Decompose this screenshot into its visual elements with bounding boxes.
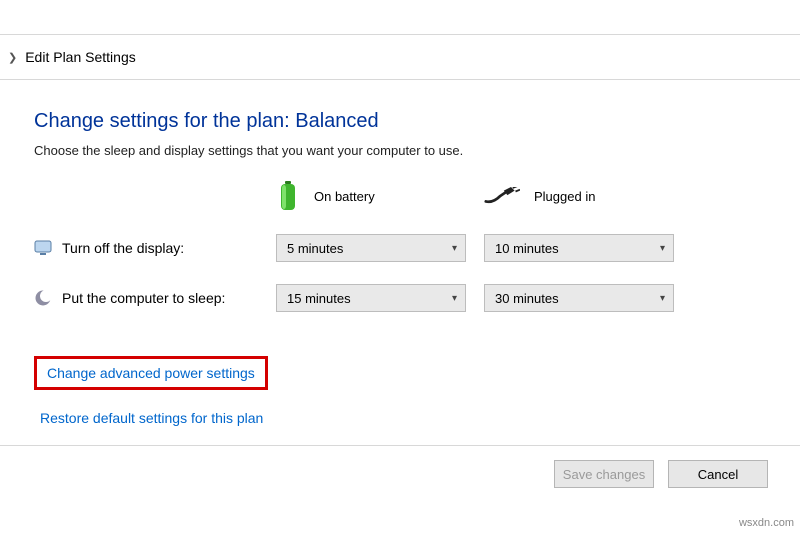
cancel-button[interactable]: Cancel bbox=[668, 460, 768, 488]
page-subtext: Choose the sleep and display settings th… bbox=[34, 143, 766, 158]
chevron-right-icon: ❯ bbox=[8, 51, 17, 64]
select-display-plugged[interactable]: 10 minutes ▾ bbox=[484, 234, 674, 262]
main-content: Change settings for the plan: Balanced C… bbox=[0, 80, 800, 432]
select-sleep-battery[interactable]: 15 minutes ▾ bbox=[276, 284, 466, 312]
save-button: Save changes bbox=[554, 460, 654, 488]
select-display-battery[interactable]: 5 minutes ▾ bbox=[276, 234, 466, 262]
chevron-down-icon: ▾ bbox=[452, 293, 457, 304]
breadcrumb[interactable]: ❯ Edit Plan Settings bbox=[0, 35, 800, 80]
link-advanced-power-settings[interactable]: Change advanced power settings bbox=[34, 356, 268, 390]
top-divider bbox=[0, 0, 800, 35]
link-restore-defaults[interactable]: Restore default settings for this plan bbox=[34, 404, 269, 432]
monitor-icon bbox=[34, 239, 52, 257]
row-sleep-label: Put the computer to sleep: bbox=[34, 289, 258, 307]
links-section: Change advanced power settings Restore d… bbox=[34, 356, 766, 432]
column-header-battery: On battery bbox=[276, 180, 466, 212]
moon-icon bbox=[34, 289, 52, 307]
chevron-down-icon: ▾ bbox=[452, 243, 457, 254]
select-sleep-plugged-value: 30 minutes bbox=[495, 291, 559, 306]
select-sleep-plugged[interactable]: 30 minutes ▾ bbox=[484, 284, 674, 312]
footer-divider bbox=[0, 445, 800, 446]
chevron-down-icon: ▾ bbox=[660, 293, 665, 304]
breadcrumb-title: Edit Plan Settings bbox=[25, 49, 136, 65]
select-display-battery-value: 5 minutes bbox=[287, 241, 343, 256]
page-title: Change settings for the plan: Balanced bbox=[34, 110, 766, 133]
plug-icon bbox=[484, 186, 520, 206]
select-sleep-battery-value: 15 minutes bbox=[287, 291, 351, 306]
watermark: wsxdn.com bbox=[739, 517, 794, 529]
select-display-plugged-value: 10 minutes bbox=[495, 241, 559, 256]
battery-icon bbox=[276, 180, 300, 212]
row-display-text: Turn off the display: bbox=[62, 240, 184, 256]
footer-buttons: Save changes Cancel bbox=[554, 460, 768, 488]
column-header-battery-label: On battery bbox=[314, 189, 375, 204]
column-header-plugged-label: Plugged in bbox=[534, 189, 595, 204]
settings-grid: On battery Plugged in Turn off the di bbox=[34, 180, 766, 312]
row-display-label: Turn off the display: bbox=[34, 239, 258, 257]
chevron-down-icon: ▾ bbox=[660, 243, 665, 254]
column-header-plugged: Plugged in bbox=[484, 186, 674, 206]
row-sleep-text: Put the computer to sleep: bbox=[62, 290, 225, 306]
